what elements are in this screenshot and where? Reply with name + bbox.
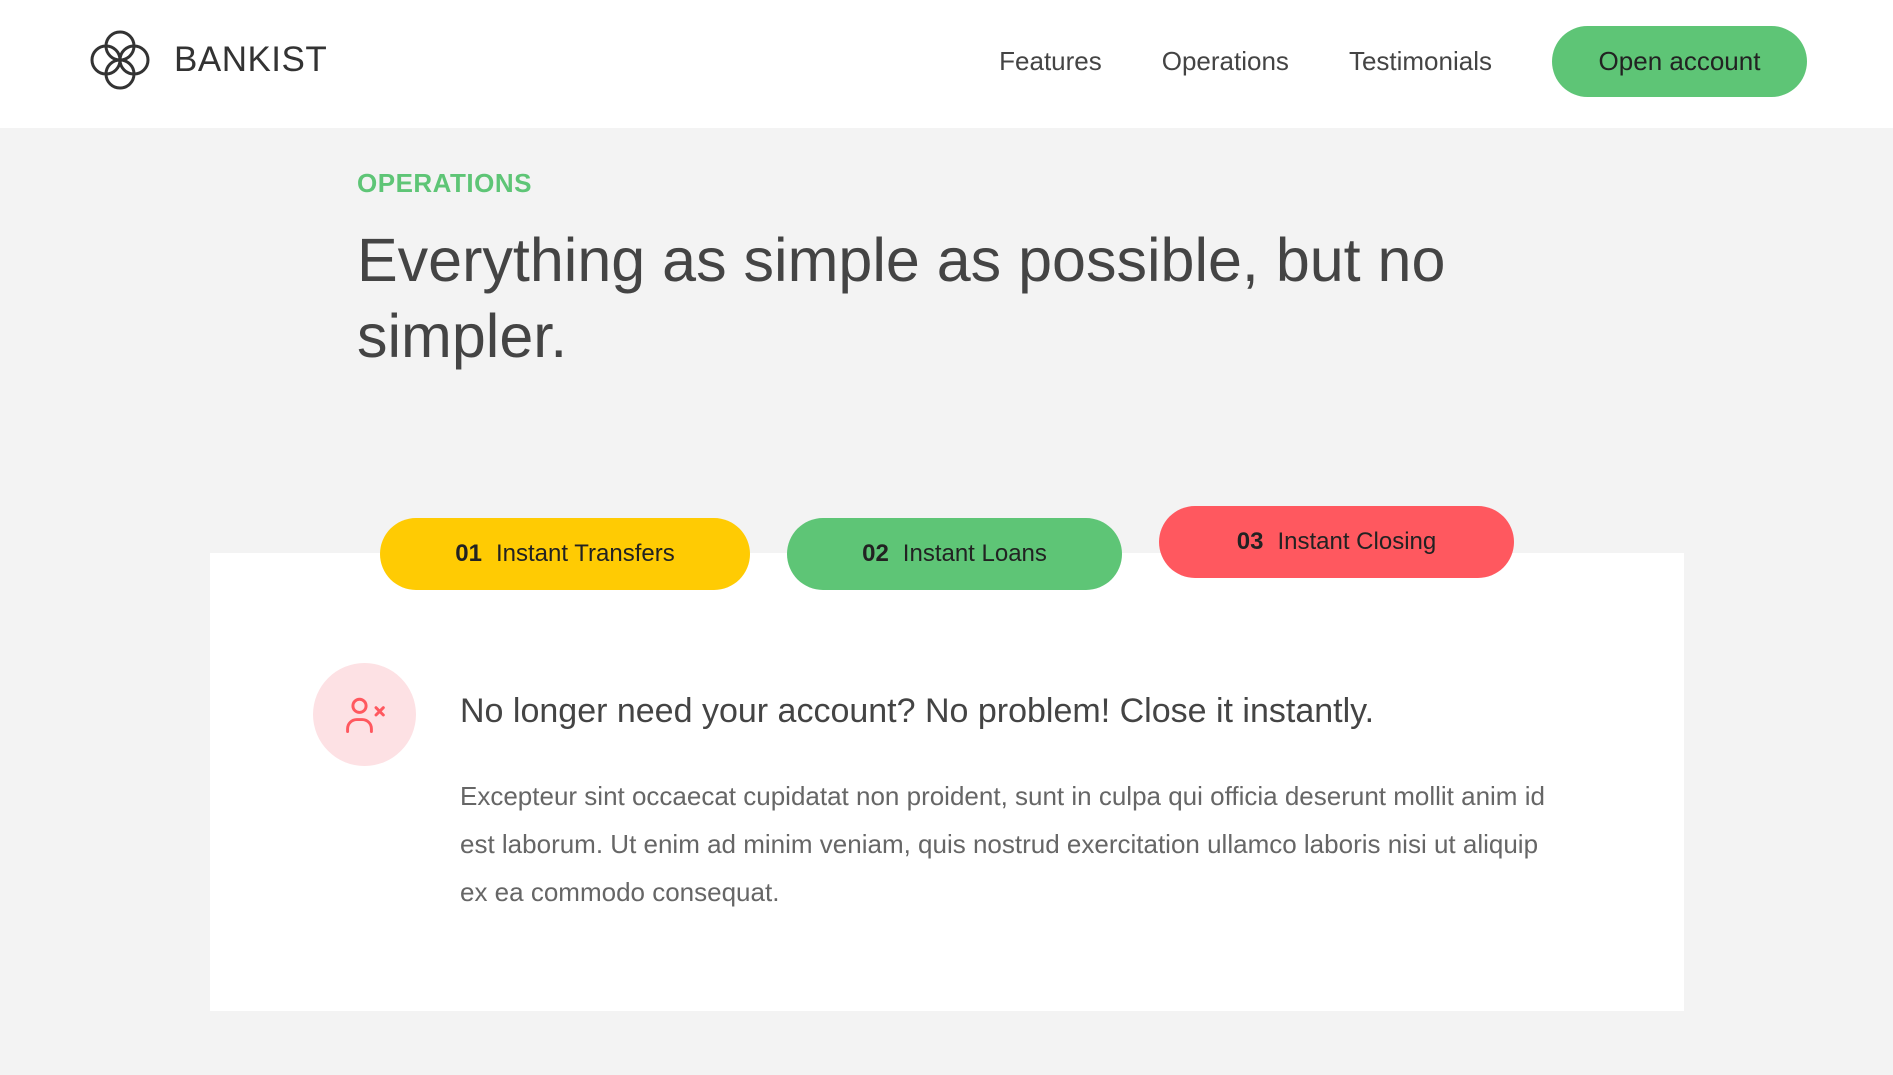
- open-account-button[interactable]: Open account: [1552, 26, 1807, 97]
- tab-number: 02: [862, 540, 889, 567]
- nav-links: Features Operations Testimonials Open ac…: [999, 26, 1807, 97]
- nav-link-features[interactable]: Features: [999, 46, 1102, 77]
- clover-logo-icon: [90, 30, 150, 90]
- tab-label: Instant Loans: [902, 540, 1047, 567]
- brand-logo[interactable]: BANKIST: [84, 24, 327, 96]
- section-label: OPERATIONS: [357, 168, 532, 198]
- nav-link-operations[interactable]: Operations: [1162, 46, 1289, 77]
- tab-label: Instant Transfers: [495, 540, 675, 567]
- section-heading: Everything as simple as possible, but no…: [357, 226, 1446, 370]
- tab-instant-loans[interactable]: 02 Instant Loans: [787, 518, 1122, 590]
- content-icon-badge: [313, 663, 416, 766]
- user-x-icon: [345, 697, 385, 733]
- tab-number: 01: [455, 540, 482, 567]
- nav-link-testimonials[interactable]: Testimonials: [1349, 46, 1492, 77]
- tab-instant-transfers[interactable]: 01 Instant Transfers: [380, 518, 750, 590]
- brand-name: BANKIST: [174, 40, 328, 79]
- tab-number: 03: [1236, 528, 1264, 555]
- content-title: No longer need your account? No problem!…: [460, 692, 1375, 730]
- tab-label: Instant Closing: [1277, 528, 1437, 555]
- content-text: Excepteur sint occaecat cupidatat non pr…: [460, 781, 1545, 907]
- top-navigation: BANKIST Features Operations Testimonials…: [0, 0, 1893, 128]
- tab-instant-closing[interactable]: 03 Instant Closing: [1159, 506, 1514, 578]
